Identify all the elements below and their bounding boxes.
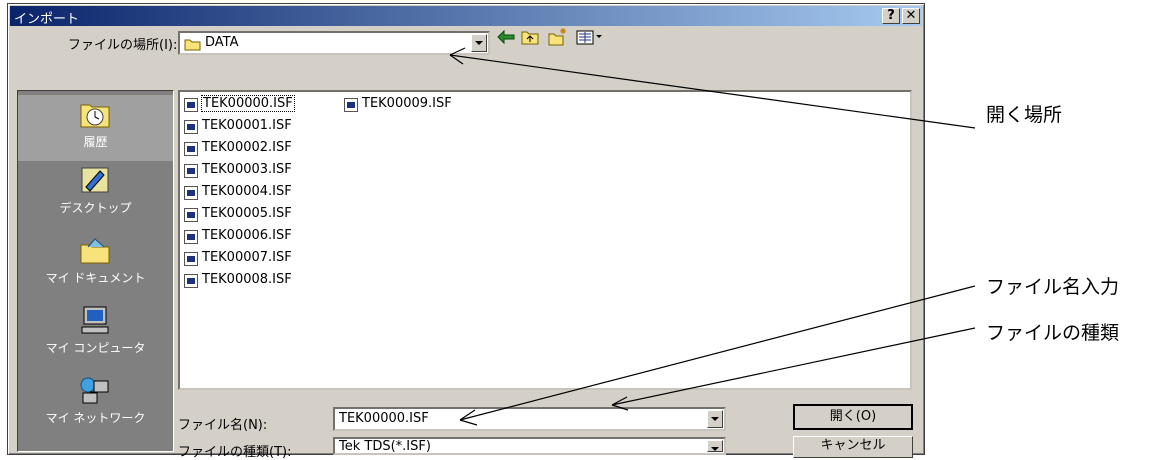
- filename-arrow: [459, 285, 976, 421]
- annotation-filetype: ファイルの種類: [986, 322, 1120, 344]
- annotation-location: 開く場所: [986, 104, 1063, 126]
- annotation-arrows: [449, 47, 976, 426]
- annotation-filename: ファイル名入力: [986, 276, 1120, 298]
- location-arrow: [449, 54, 976, 129]
